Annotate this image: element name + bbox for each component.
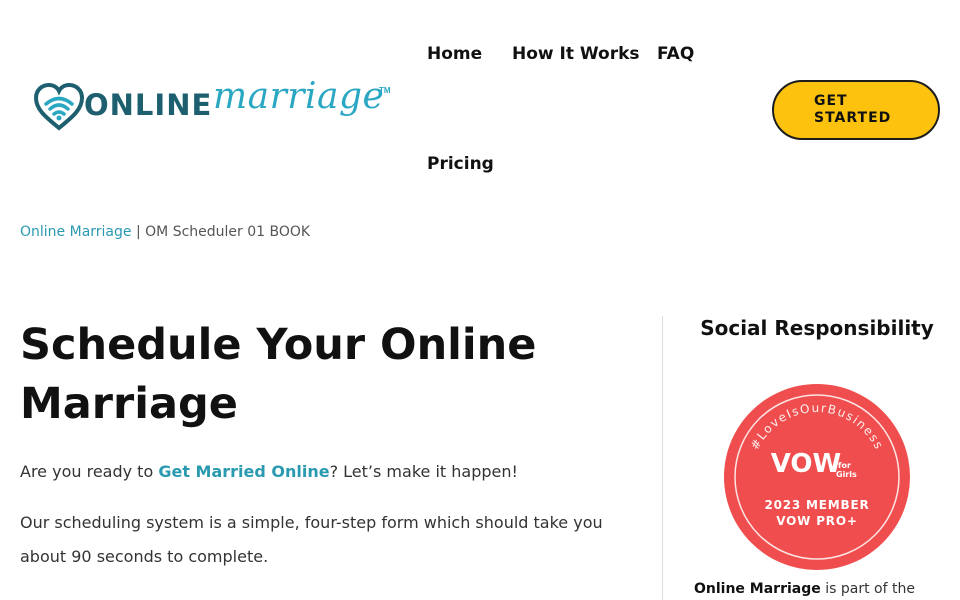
breadcrumb: Online Marriage | OM Scheduler 01 BOOK [20,224,310,240]
get-started-button[interactable]: GET STARTED [772,80,940,140]
sidebar-text: Online Marriage is part of the [694,581,915,597]
sidebar-text-strong[interactable]: Online Marriage [694,581,821,597]
site-logo[interactable]: ONLINE marriage TM [32,76,392,152]
badge-logo-top: VOW [771,449,841,479]
breadcrumb-home-link[interactable]: Online Marriage [20,224,132,240]
page-title: Schedule Your Online Marriage [20,320,537,429]
badge-logo-girls: Girls [836,470,857,479]
scheduling-paragraph: Our scheduling system is a simple, four-… [20,513,603,566]
logo-wordmark: ONLINE [84,88,213,122]
nav-pricing[interactable]: Pricing [427,154,494,174]
sidebar-text-rest: is part of the [820,581,915,597]
intro-text-after: ? Let’s make it happen! [329,462,518,481]
get-married-online-link[interactable]: Get Married Online [158,462,329,481]
nav-faq[interactable]: FAQ [657,44,694,64]
breadcrumb-current: OM Scheduler 01 BOOK [145,224,311,240]
badge-line2: VOW PRO+ [776,514,857,528]
vow-for-girls-badge[interactable]: #LoveIsOurBusiness VOW for Girls 2023 ME… [722,382,912,572]
nav-how-it-works[interactable]: How It Works [512,44,640,64]
nav-home[interactable]: Home [427,44,482,64]
logo-trademark: TM [379,86,391,95]
sidebar-divider [662,316,663,600]
heart-wifi-icon [33,82,85,131]
get-started-line1: GET [814,93,848,109]
badge-logo-for: for [838,461,851,470]
logo-script: marriage [213,76,385,117]
breadcrumb-separator: | [131,224,146,240]
intro-paragraph: Are you ready to Get Married Online? Let… [20,459,645,485]
badge-line1: 2023 MEMBER [764,498,869,512]
get-started-line2: STARTED [814,110,892,126]
sidebar-title: Social Responsibility [700,316,934,340]
intro-text-before: Are you ready to [20,462,159,481]
